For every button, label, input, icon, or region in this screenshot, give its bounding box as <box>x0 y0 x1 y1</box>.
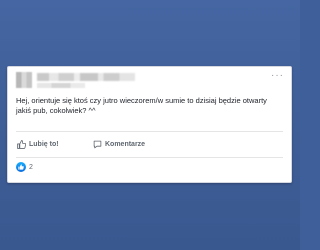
post-text: Hej, orientuje się ktoś czy jutro wieczo… <box>16 96 285 116</box>
comment-button[interactable]: Komentarze <box>93 135 145 153</box>
post-text-line: jakiś pub, cokolwiek? ^^ <box>16 106 96 115</box>
blurred-avatar[interactable] <box>16 72 32 88</box>
blurred-author-name[interactable] <box>37 73 135 81</box>
divider <box>16 157 283 158</box>
post-header: ··· <box>8 67 291 93</box>
divider <box>16 131 283 132</box>
like-reaction-icon <box>16 162 26 172</box>
facebook-post-card: ··· Hej, orientuje się ktoś czy jutro wi… <box>7 66 292 183</box>
thumbs-up-icon <box>17 139 26 149</box>
like-button-label: Lubię to! <box>29 140 59 148</box>
reaction-count: 2 <box>29 163 33 171</box>
comment-button-label: Komentarze <box>105 140 146 148</box>
reactions-summary[interactable]: 2 <box>16 161 33 173</box>
like-button[interactable]: Lubię to! <box>17 135 59 153</box>
more-options-button[interactable]: ··· <box>271 71 284 81</box>
post-actions: Lubię to! Komentarze <box>16 135 283 153</box>
post-text-line: Hej, orientuje się ktoś czy jutro wieczo… <box>16 96 267 105</box>
blurred-post-meta <box>37 83 85 88</box>
comment-icon <box>93 140 102 149</box>
